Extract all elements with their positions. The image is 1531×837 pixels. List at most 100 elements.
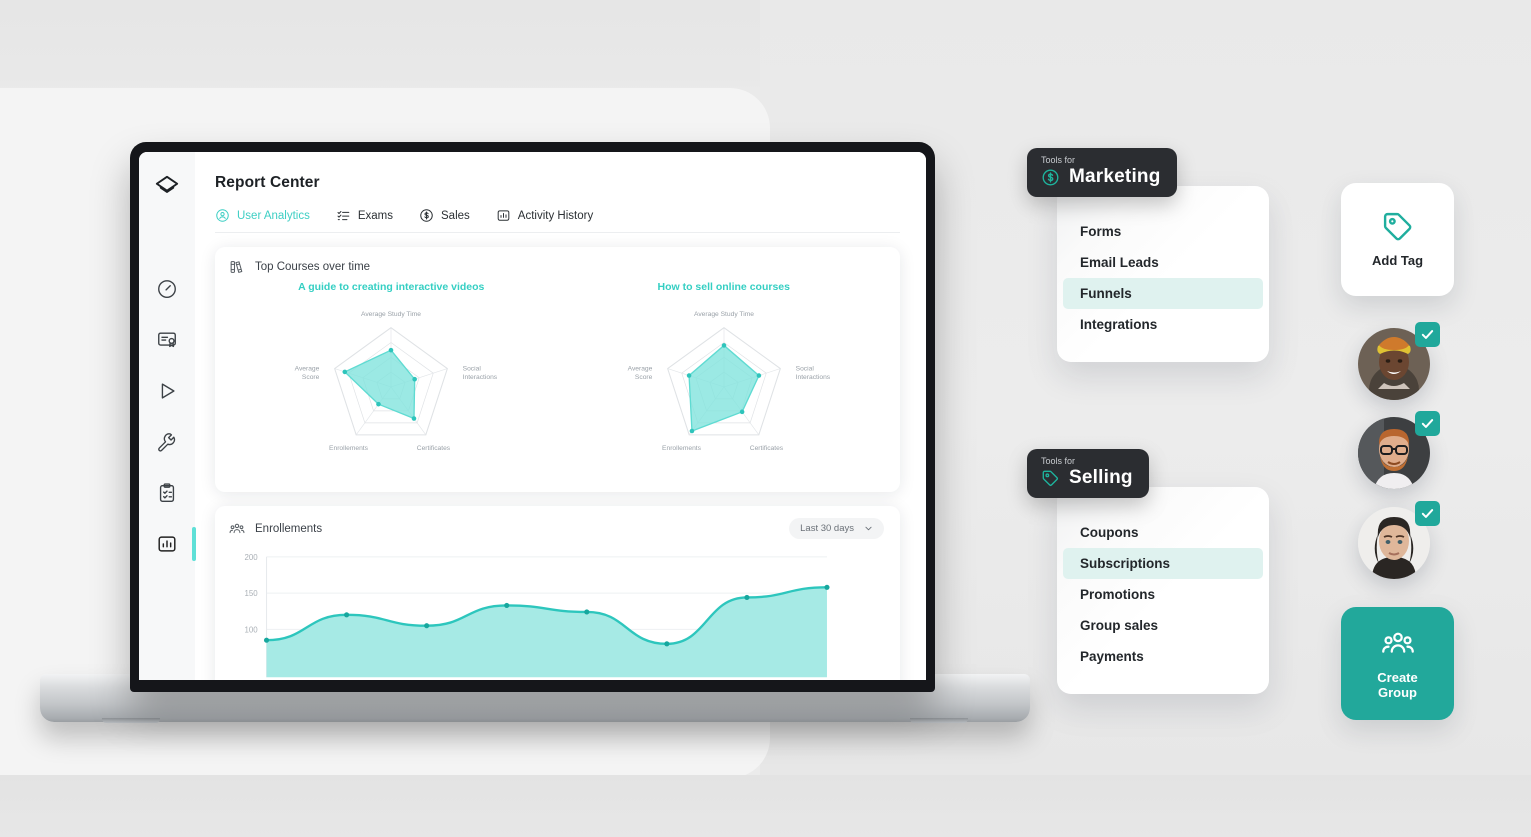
background-bottom-strip: [0, 775, 1531, 837]
svg-text:Certificates: Certificates: [750, 445, 784, 452]
sidebar-item-media[interactable]: [154, 378, 180, 404]
svg-text:100: 100: [245, 625, 259, 634]
check-icon: [1421, 419, 1434, 428]
people-group-icon: [229, 523, 245, 533]
enrollments-card: Enrollements Last 30 days 100 150 200: [215, 506, 900, 680]
laptop-lid: Report Center User Analytics Exams Sales…: [130, 142, 935, 692]
marketing-tools-card: Tools for Marketing Forms Email Leads Fu…: [1027, 148, 1269, 362]
svg-text:Average Study Time: Average Study Time: [694, 311, 754, 318]
selling-tools-header: Tools for Selling: [1027, 449, 1149, 498]
laptop-screen: Report Center User Analytics Exams Sales…: [139, 152, 926, 680]
selling-item-subscriptions[interactable]: Subscriptions: [1063, 548, 1263, 579]
radar-chart-2: How to sell online courses Average Study…: [579, 281, 869, 476]
svg-text:Social: Social: [795, 366, 814, 373]
top-courses-card: Top Courses over time A guide to creatin…: [215, 247, 900, 492]
app-main-content: Report Center User Analytics Exams Sales…: [195, 152, 926, 680]
card-header: Top Courses over time: [215, 247, 900, 279]
svg-text:Average: Average: [627, 366, 652, 373]
avatar-item-1[interactable]: [1358, 322, 1440, 400]
sidebar-item-certificates[interactable]: [154, 327, 180, 353]
chevron-down-icon: [865, 526, 872, 531]
svg-text:Score: Score: [635, 374, 653, 381]
certificate-icon: [158, 332, 176, 348]
selling-item-payments[interactable]: Payments: [1063, 641, 1263, 672]
create-group-button[interactable]: Create Group: [1341, 607, 1454, 720]
date-range-value: Last 30 days: [800, 523, 854, 534]
tab-sales[interactable]: Sales: [419, 208, 470, 223]
books-icon: [230, 261, 243, 273]
radar-chart-1: A guide to creating interactive videos A…: [246, 281, 536, 476]
radar-charts-row: A guide to creating interactive videos A…: [215, 279, 900, 492]
selling-item-promotions[interactable]: Promotions: [1063, 579, 1263, 610]
marketing-tools-header: Tools for Marketing: [1027, 148, 1177, 197]
play-icon: [161, 383, 175, 399]
wrench-icon: [158, 433, 176, 452]
tab-activity-history[interactable]: Activity History: [496, 208, 593, 223]
bar-chart-icon: [158, 536, 176, 552]
marketing-header-title: Marketing: [1069, 166, 1161, 187]
avatar-item-3[interactable]: [1358, 501, 1440, 579]
avatar-item-2[interactable]: [1358, 411, 1440, 489]
tab-exams[interactable]: Exams: [336, 208, 393, 223]
check-icon: [1421, 509, 1434, 518]
radar-chart-1-svg: Average Study Time SocialInteractions Cert…: [295, 311, 498, 452]
sidebar-item-reports[interactable]: [154, 527, 196, 561]
tab-label: Sales: [441, 209, 470, 222]
svg-text:Certificates: Certificates: [417, 445, 451, 452]
marketing-item-email-leads[interactable]: Email Leads: [1063, 247, 1263, 278]
tag-icon: [1383, 212, 1411, 241]
svg-text:Interactions: Interactions: [795, 374, 830, 381]
card-title: Top Courses over time: [255, 261, 371, 273]
card-title: Enrollements: [255, 522, 323, 535]
svg-text:150: 150: [245, 589, 259, 598]
selling-header-subtitle: Tools for: [1041, 456, 1076, 466]
radar-chart-2-svg: Average Study Time SocialInteractions Cert…: [627, 311, 830, 452]
app-sidebar: [139, 152, 196, 680]
verified-badge: [1415, 411, 1440, 436]
svg-text:Enrollements: Enrollements: [329, 445, 369, 452]
sidebar-item-tasks[interactable]: [154, 480, 180, 506]
verified-badge: [1415, 322, 1440, 347]
svg-text:Score: Score: [302, 374, 320, 381]
tab-label: User Analytics: [237, 209, 310, 222]
dollar-circle-icon: [420, 209, 433, 222]
date-range-dropdown[interactable]: Last 30 days: [789, 518, 884, 539]
radar-chart-2-title: How to sell online courses: [657, 281, 790, 293]
svg-text:Enrollements: Enrollements: [662, 445, 702, 452]
create-group-label-line1: Create: [1377, 669, 1418, 685]
tag-icon: [1042, 470, 1058, 486]
sidebar-item-dashboard[interactable]: [154, 276, 180, 302]
clipboard-check-icon: [159, 483, 175, 502]
add-tag-button[interactable]: Add Tag: [1341, 183, 1454, 296]
laptop-foot-right: [910, 718, 968, 723]
tab-label: Exams: [357, 209, 394, 222]
tab-label: Activity History: [517, 209, 594, 222]
marketing-item-integrations[interactable]: Integrations: [1063, 309, 1263, 340]
dollar-circle-icon: [1042, 169, 1059, 185]
svg-text:Social: Social: [463, 366, 482, 373]
sidebar-active-indicator: [192, 527, 196, 561]
bar-chart-icon: [497, 210, 510, 221]
marketing-item-forms[interactable]: Forms: [1063, 216, 1263, 247]
tab-user-analytics[interactable]: User Analytics: [215, 208, 310, 223]
selling-item-group-sales[interactable]: Group sales: [1063, 610, 1263, 641]
check-icon: [1421, 330, 1434, 339]
verified-badge: [1415, 501, 1440, 526]
user-circle-icon: [216, 209, 229, 222]
selling-header-title: Selling: [1069, 467, 1133, 488]
create-group-label: Create Group: [1377, 669, 1418, 701]
svg-text:Average Study Time: Average Study Time: [361, 311, 421, 318]
layers-logo-icon[interactable]: [154, 174, 180, 200]
enrollments-chart-body: 100 150 200: [215, 543, 900, 680]
tab-bar: User Analytics Exams Sales Activity Hist…: [215, 208, 900, 233]
checklist-icon: [337, 211, 350, 221]
people-group-icon: [1381, 632, 1414, 653]
sidebar-item-tools[interactable]: [154, 429, 180, 455]
selling-tools-card: Tools for Selling Coupons Subscriptions …: [1027, 449, 1269, 694]
add-tag-label: Add Tag: [1371, 253, 1424, 269]
selling-item-coupons[interactable]: Coupons: [1063, 517, 1263, 548]
radar-chart-1-title: A guide to creating interactive videos: [298, 281, 485, 293]
page-title: Report Center: [215, 174, 320, 191]
svg-text:200: 200: [245, 553, 259, 562]
marketing-item-funnels[interactable]: Funnels: [1063, 278, 1263, 309]
